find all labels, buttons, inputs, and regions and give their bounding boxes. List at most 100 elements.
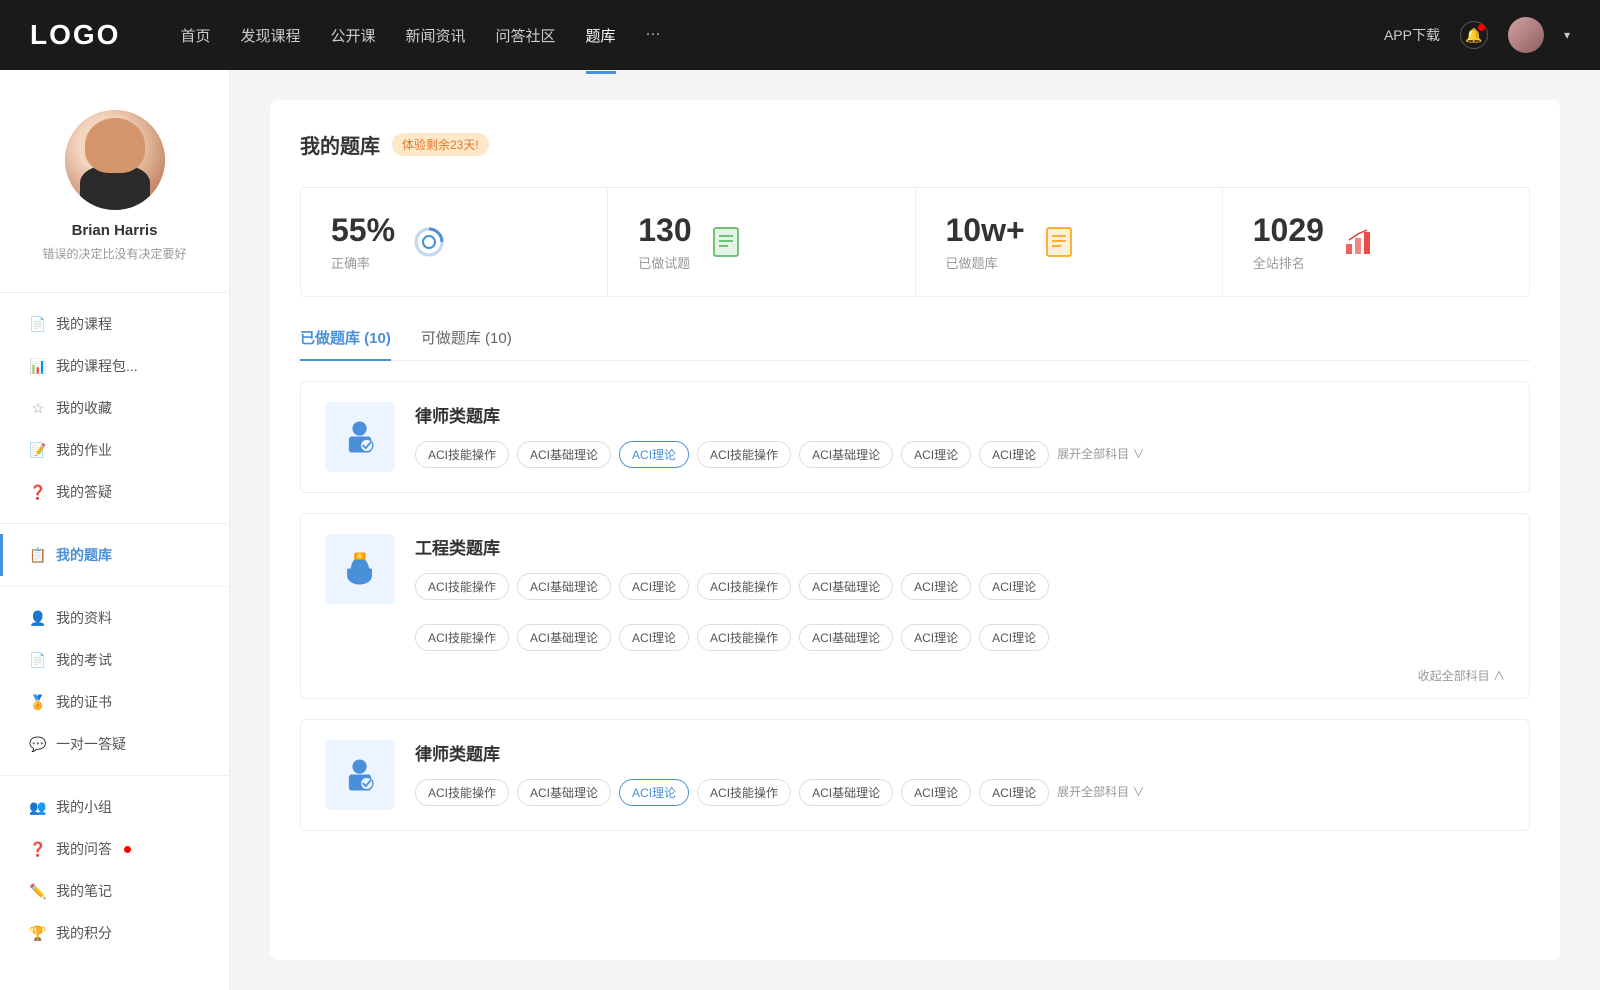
notification-dot [1478, 24, 1485, 31]
ranking-icon [1340, 224, 1376, 260]
tag-3-6[interactable]: ACI理论 [979, 779, 1049, 806]
tag-2-0[interactable]: ACI技能操作 [415, 573, 509, 600]
extra-tag-2-5[interactable]: ACI理论 [901, 624, 971, 651]
sidebar-item-coursepackage[interactable]: 📊 我的课程包... [0, 345, 229, 387]
sidebar-item-mycourse[interactable]: 📄 我的课程 [0, 303, 229, 345]
tag-3-2[interactable]: ACI理论 [619, 779, 689, 806]
notes-icon: ✏️ [30, 883, 46, 899]
accuracy-label: 正确率 [331, 253, 395, 272]
sidebar-item-questionbank[interactable]: 📋 我的题库 [0, 534, 229, 576]
tag-1-2[interactable]: ACI理论 [619, 441, 689, 468]
topnav: LOGO 首页 发现课程 公开课 新闻资讯 问答社区 题库 ··· APP下载 … [0, 0, 1600, 70]
done-banks-value: 10w+ [946, 212, 1025, 249]
avatar-image [1508, 17, 1544, 53]
tag-1-4[interactable]: ACI基础理论 [799, 441, 893, 468]
nav-more[interactable]: ··· [646, 21, 661, 50]
coursepackage-icon: 📊 [30, 358, 46, 374]
stats-row: 55% 正确率 130 已做试题 [300, 187, 1530, 297]
user-name: Brian Harris [72, 222, 158, 239]
logo[interactable]: LOGO [30, 19, 120, 51]
points-icon: 🏆 [30, 925, 46, 941]
sidebar-item-onetoone[interactable]: 💬 一对一答疑 [0, 723, 229, 765]
questions-icon: ❓ [30, 484, 46, 500]
tag-2-2[interactable]: ACI理论 [619, 573, 689, 600]
sidebar-item-exam[interactable]: 📄 我的考试 [0, 639, 229, 681]
tag-1-1[interactable]: ACI基础理论 [517, 441, 611, 468]
sidebar-item-profile[interactable]: 👤 我的资料 [0, 597, 229, 639]
stat-ranking: 1029 全站排名 [1223, 188, 1529, 296]
nav-questionbank[interactable]: 题库 [586, 21, 616, 50]
qbank-header-2: 工程类题库 ACI技能操作 ACI基础理论 ACI理论 ACI技能操作 ACI基… [301, 514, 1529, 624]
tag-2-4[interactable]: ACI基础理论 [799, 573, 893, 600]
tag-2-5[interactable]: ACI理论 [901, 573, 971, 600]
extra-tag-2-4[interactable]: ACI基础理论 [799, 624, 893, 651]
done-banks-icon [1041, 224, 1077, 260]
myqa-red-dot [124, 846, 131, 853]
extra-tag-2-1[interactable]: ACI基础理论 [517, 624, 611, 651]
stat-done-banks: 10w+ 已做题库 [916, 188, 1223, 296]
extra-tag-2-0[interactable]: ACI技能操作 [415, 624, 509, 651]
favorites-icon: ☆ [30, 400, 46, 416]
nav-qa[interactable]: 问答社区 [496, 21, 556, 50]
qbank-card-1: 律师类题库 ACI技能操作 ACI基础理论 ACI理论 ACI技能操作 ACI基… [300, 381, 1530, 493]
sidebar-item-myqa[interactable]: ❓ 我的问答 [0, 828, 229, 870]
homework-icon: 📝 [30, 442, 46, 458]
tag-1-3[interactable]: ACI技能操作 [697, 441, 791, 468]
qbank-name-1: 律师类题库 [415, 402, 1505, 427]
tag-1-6[interactable]: ACI理论 [979, 441, 1049, 468]
questionbank-icon: 📋 [30, 547, 46, 563]
user-menu-chevron[interactable]: ▾ [1564, 28, 1570, 42]
tag-1-0[interactable]: ACI技能操作 [415, 441, 509, 468]
user-avatar-nav[interactable] [1508, 17, 1544, 53]
stat-accuracy: 55% 正确率 [301, 188, 608, 296]
done-banks-label: 已做题库 [946, 253, 1025, 272]
tag-2-1[interactable]: ACI基础理论 [517, 573, 611, 600]
sidebar-item-points[interactable]: 🏆 我的积分 [0, 912, 229, 954]
tag-2-3[interactable]: ACI技能操作 [697, 573, 791, 600]
nav-items: 首页 发现课程 公开课 新闻资讯 问答社区 题库 ··· [180, 21, 1344, 50]
trial-badge: 体验剩余23天! [392, 133, 489, 156]
tag-3-0[interactable]: ACI技能操作 [415, 779, 509, 806]
nav-openclass[interactable]: 公开课 [330, 21, 375, 50]
qbank-name-3: 律师类题库 [415, 740, 1505, 765]
main-layout: Brian Harris 错误的决定比没有决定要好 📄 我的课程 📊 我的课程包… [0, 70, 1600, 990]
sidebar-divider [0, 292, 229, 293]
extra-tag-2-3[interactable]: ACI技能操作 [697, 624, 791, 651]
myqa-icon: ❓ [30, 841, 46, 857]
sidebar-profile: Brian Harris 错误的决定比没有决定要好 [0, 90, 229, 282]
extra-tag-2-2[interactable]: ACI理论 [619, 624, 689, 651]
qbank-header-3: 律师类题库 ACI技能操作 ACI基础理论 ACI理论 ACI技能操作 ACI基… [301, 720, 1529, 830]
sidebar-item-certificate[interactable]: 🏅 我的证书 [0, 681, 229, 723]
notification-bell[interactable]: 🔔 [1460, 21, 1488, 49]
sidebar-menu: 📄 我的课程 📊 我的课程包... ☆ 我的收藏 📝 我的作业 ❓ 我的答疑 � [0, 303, 229, 954]
tag-3-4[interactable]: ACI基础理论 [799, 779, 893, 806]
tag-2-6[interactable]: ACI理论 [979, 573, 1049, 600]
sidebar-item-notes[interactable]: ✏️ 我的笔记 [0, 870, 229, 912]
sidebar-item-questions[interactable]: ❓ 我的答疑 [0, 471, 229, 513]
done-questions-icon [708, 224, 744, 260]
sidebar-item-homework[interactable]: 📝 我的作业 [0, 429, 229, 471]
tag-3-5[interactable]: ACI理论 [901, 779, 971, 806]
tag-1-5[interactable]: ACI理论 [901, 441, 971, 468]
qbank-name-2: 工程类题库 [415, 534, 1505, 559]
expand-btn-1[interactable]: 展开全部科目 ∨ [1057, 445, 1144, 468]
profile-icon: 👤 [30, 610, 46, 626]
sidebar-divider-4 [0, 775, 229, 776]
tag-3-1[interactable]: ACI基础理论 [517, 779, 611, 806]
tag-3-3[interactable]: ACI技能操作 [697, 779, 791, 806]
sidebar-item-favorites[interactable]: ☆ 我的收藏 [0, 387, 229, 429]
expand-btn-3[interactable]: 展开全部科目 ∨ [1057, 783, 1144, 806]
user-motto: 错误的决定比没有决定要好 [22, 245, 206, 262]
qbank-card-3: 律师类题库 ACI技能操作 ACI基础理论 ACI理论 ACI技能操作 ACI基… [300, 719, 1530, 831]
page-title: 我的题库 [300, 130, 380, 159]
tab-done[interactable]: 已做题库 (10) [300, 327, 391, 360]
stat-done-questions: 130 已做试题 [608, 188, 915, 296]
tab-available[interactable]: 可做题库 (10) [421, 327, 512, 360]
extra-tag-2-6[interactable]: ACI理论 [979, 624, 1049, 651]
collapse-btn-2[interactable]: 收起全部科目 ∧ [301, 667, 1529, 698]
nav-home[interactable]: 首页 [180, 21, 210, 50]
app-download-button[interactable]: APP下载 [1384, 25, 1440, 45]
sidebar-item-groups[interactable]: 👥 我的小组 [0, 786, 229, 828]
nav-discover[interactable]: 发现课程 [240, 21, 300, 50]
nav-news[interactable]: 新闻资讯 [406, 21, 466, 50]
